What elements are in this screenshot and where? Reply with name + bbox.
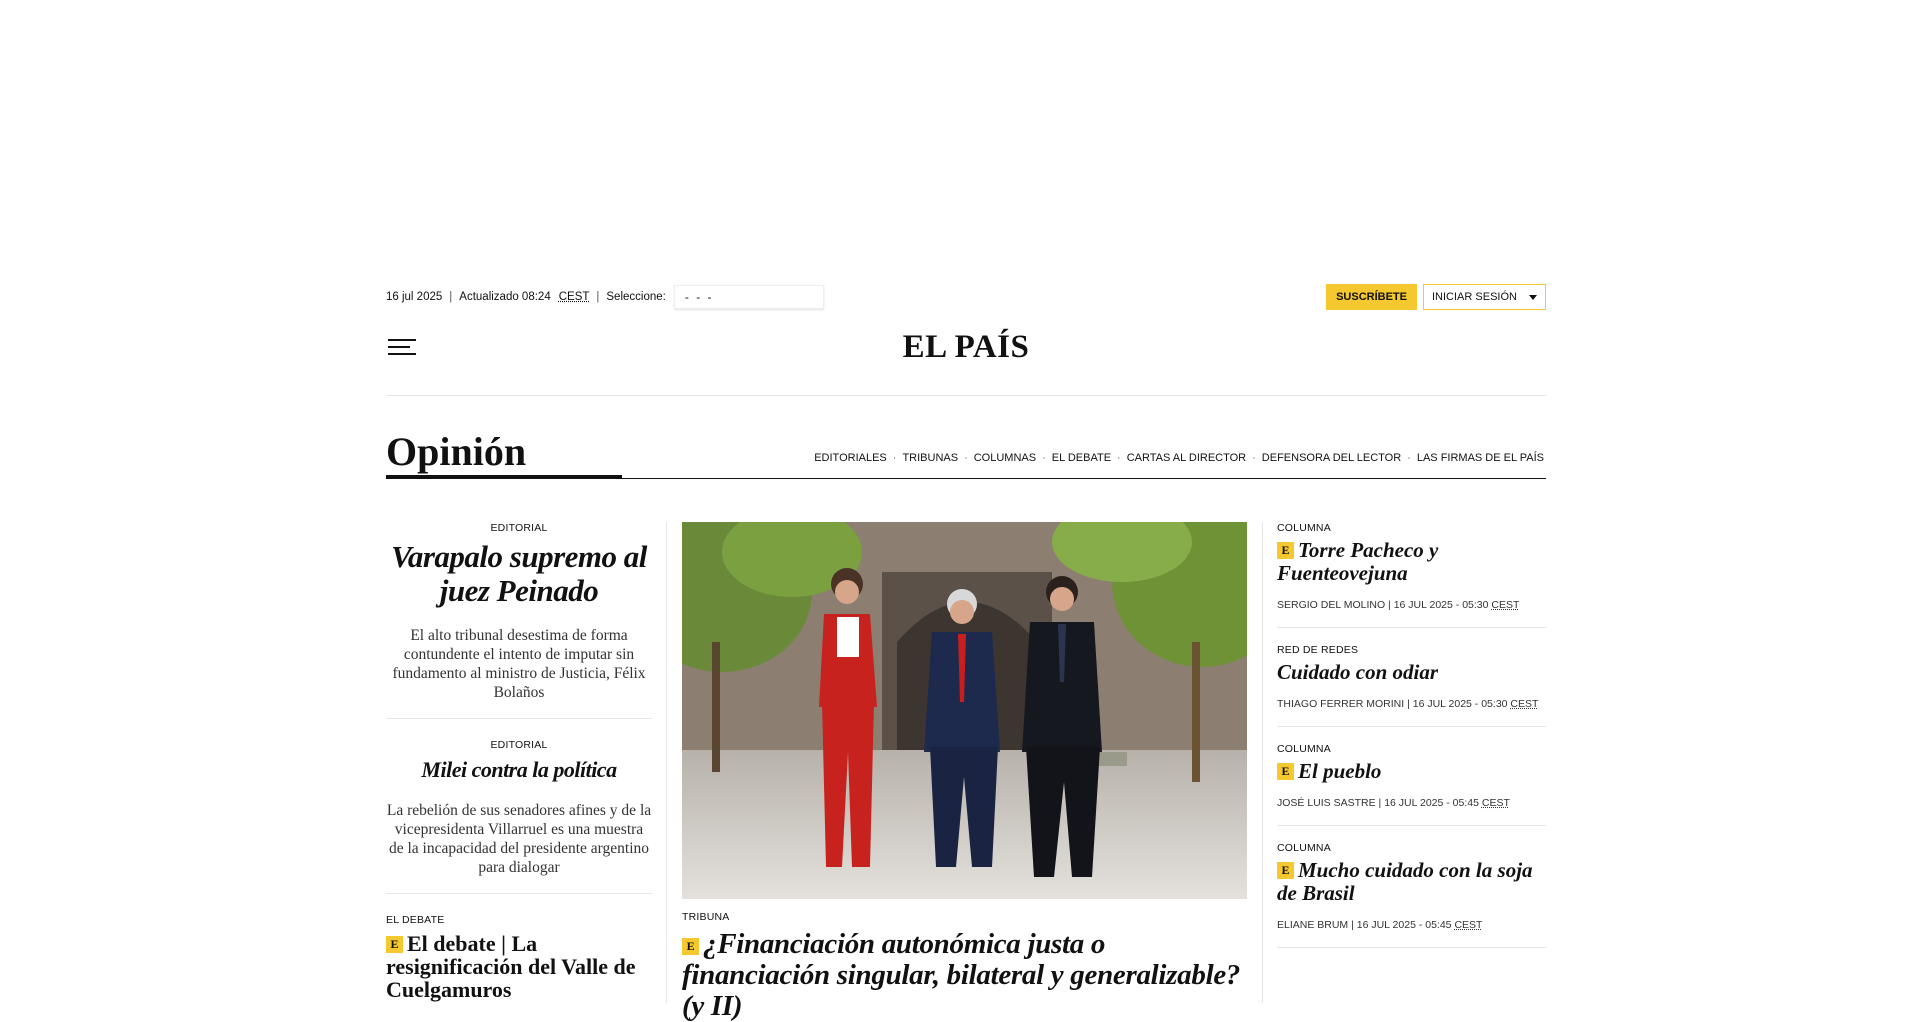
- article-headline[interactable]: E Mucho cuidado con la soja de Brasil: [1277, 859, 1546, 905]
- byline: JOSÉ LUIS SASTRE | 16 JUL 2025 - 05:45 C…: [1277, 797, 1510, 809]
- featured-headline-text: ¿Financiación autonómica justa o financi…: [682, 928, 1241, 1022]
- publish-date: 16 JUL 2025 - 05:30: [1393, 599, 1489, 611]
- subnav-el-debate[interactable]: EL DEBATE: [1052, 452, 1111, 464]
- divider: [386, 395, 1546, 396]
- editorials-column: EDITORIAL Varapalo supremo al juez Peina…: [386, 522, 652, 1001]
- timezone: CEST: [1454, 919, 1483, 931]
- byline: SERGIO DEL MOLINO | 16 JUL 2025 - 05:30 …: [1277, 599, 1520, 611]
- column-divider: [1262, 522, 1263, 1003]
- section-header: Opinión EDITORIALES · TRIBUNAS · COLUMNAS ·…: [386, 425, 1546, 481]
- debate-article: EL DEBATE E El debate | La resignificació…: [386, 914, 652, 1001]
- editorial-article: EDITORIAL Milei contra la política La re…: [386, 739, 652, 877]
- editorial-article: EDITORIAL Varapalo supremo al juez Peina…: [386, 522, 652, 702]
- edition-select[interactable]: - - -: [673, 285, 824, 309]
- featured-column: TRIBUNA E ¿Financiación autonómica justa …: [682, 522, 1247, 1022]
- current-date: 16 jul 2025: [386, 291, 443, 303]
- publish-date: 16 JUL 2025 - 05:45: [1356, 919, 1452, 931]
- article-kicker[interactable]: EDITORIAL: [386, 522, 652, 534]
- featured-photo-image: [682, 522, 1247, 899]
- list-item: COLUMNA E Torre Pacheco y Fuenteovejuna S…: [1277, 522, 1546, 628]
- list-item: COLUMNA E Mucho cuidado con la soja de Br…: [1277, 842, 1546, 948]
- timezone: CEST: [558, 291, 590, 303]
- article-headline[interactable]: E Torre Pacheco y Fuenteovejuna: [1277, 539, 1546, 585]
- premium-badge-icon: E: [386, 936, 403, 953]
- column-divider: [666, 522, 667, 1003]
- hamburger-icon[interactable]: [388, 339, 416, 360]
- subscribe-button[interactable]: SUSCRÍBETE: [1326, 284, 1417, 310]
- publish-date: 16 JUL 2025 - 05:45: [1384, 797, 1479, 809]
- article-summary: La rebelión de sus senadores afines y de…: [386, 802, 652, 876]
- article-headline[interactable]: E El debate | La resignificación del Vall…: [386, 932, 652, 1001]
- article-headline-text: Torre Pacheco y Fuenteovejuna: [1277, 538, 1439, 585]
- subnav-columnas[interactable]: COLUMNAS: [974, 452, 1036, 464]
- article-headline[interactable]: Milei contra la política: [386, 757, 652, 783]
- timezone: CEST: [1491, 599, 1520, 611]
- author-name[interactable]: THIAGO FERRER MORINI: [1277, 698, 1404, 710]
- timezone: CEST: [1481, 797, 1510, 809]
- article-headline[interactable]: E El pueblo: [1277, 760, 1546, 783]
- author-name[interactable]: ELIANE BRUM: [1277, 919, 1348, 931]
- login-label: INICIAR SESIÓN: [1432, 291, 1517, 303]
- timezone: CEST: [1510, 698, 1539, 710]
- opinion-content: EDITORIAL Varapalo supremo al juez Peina…: [386, 522, 1546, 1022]
- article-headline[interactable]: Varapalo supremo al juez Peinado: [386, 540, 652, 608]
- login-dropdown[interactable]: INICIAR SESIÓN: [1423, 284, 1546, 310]
- subnav-editoriales[interactable]: EDITORIALES: [814, 452, 887, 464]
- article-kicker[interactable]: RED DE REDES: [1277, 644, 1546, 656]
- top-bar: 16 jul 2025 | Actualizado 08:24 CEST | S…: [386, 283, 1546, 311]
- featured-photo[interactable]: [682, 522, 1247, 899]
- list-item: RED DE REDES Cuidado con odiar THIAGO FE…: [1277, 644, 1546, 727]
- subnav-las-firmas[interactable]: LAS FIRMAS DE EL PAÍS: [1417, 452, 1544, 464]
- masthead: EL PAÍS: [386, 322, 1546, 372]
- updated-time: Actualizado 08:24: [459, 291, 551, 303]
- article-headline[interactable]: Cuidado con odiar: [1277, 661, 1546, 684]
- columns-list: COLUMNA E Torre Pacheco y Fuenteovejuna S…: [1277, 522, 1546, 964]
- list-item: COLUMNA E El pueblo JOSÉ LUIS SASTRE | 16…: [1277, 743, 1546, 826]
- premium-badge-icon: E: [1277, 862, 1294, 879]
- ad-space: [0, 0, 1920, 280]
- section-subnav: EDITORIALES · TRIBUNAS · COLUMNAS · EL DEBA…: [814, 452, 1544, 464]
- premium-badge-icon: E: [682, 938, 699, 955]
- section-title[interactable]: Opinión: [386, 428, 526, 475]
- premium-badge-icon: E: [1277, 763, 1294, 780]
- article-kicker[interactable]: EDITORIAL: [386, 739, 652, 751]
- divider: [386, 718, 652, 719]
- byline: ELIANE BRUM | 16 JUL 2025 - 05:45 CEST: [1277, 919, 1483, 931]
- article-headline-text: El debate | La resignificación del Valle…: [386, 931, 636, 1002]
- article-kicker[interactable]: COLUMNA: [1277, 743, 1546, 755]
- section-title-underline: [386, 475, 622, 479]
- article-kicker[interactable]: COLUMNA: [1277, 842, 1546, 854]
- article-kicker[interactable]: EL DEBATE: [386, 914, 652, 926]
- article-headline-text: Cuidado con odiar: [1277, 660, 1439, 684]
- subnav-cartas-al-director[interactable]: CARTAS AL DIRECTOR: [1127, 452, 1246, 464]
- article-headline-text: Mucho cuidado con la soja de Brasil: [1277, 858, 1533, 905]
- article-kicker[interactable]: COLUMNA: [1277, 522, 1546, 534]
- caret-down-icon: [1529, 294, 1537, 300]
- author-name[interactable]: SERGIO DEL MOLINO: [1277, 599, 1385, 611]
- byline: THIAGO FERRER MORINI | 16 JUL 2025 - 05:…: [1277, 698, 1539, 710]
- publish-date: 16 JUL 2025 - 05:30: [1412, 698, 1508, 710]
- site-logo[interactable]: EL PAÍS: [903, 329, 1030, 366]
- divider: [386, 893, 652, 894]
- subnav-tribunas[interactable]: TRIBUNAS: [902, 452, 958, 464]
- article-kicker[interactable]: TRIBUNA: [682, 911, 1247, 923]
- author-name[interactable]: JOSÉ LUIS SASTRE: [1277, 797, 1376, 809]
- article-headline-text: El pueblo: [1298, 759, 1382, 783]
- edition-label: Seleccione:: [606, 291, 666, 303]
- premium-badge-icon: E: [1277, 542, 1294, 559]
- article-summary: El alto tribunal desestima de forma cont…: [392, 627, 646, 701]
- featured-headline[interactable]: E ¿Financiación autonómica justa o financ…: [682, 929, 1247, 1022]
- subnav-defensora-del-lector[interactable]: DEFENSORA DEL LECTOR: [1262, 452, 1401, 464]
